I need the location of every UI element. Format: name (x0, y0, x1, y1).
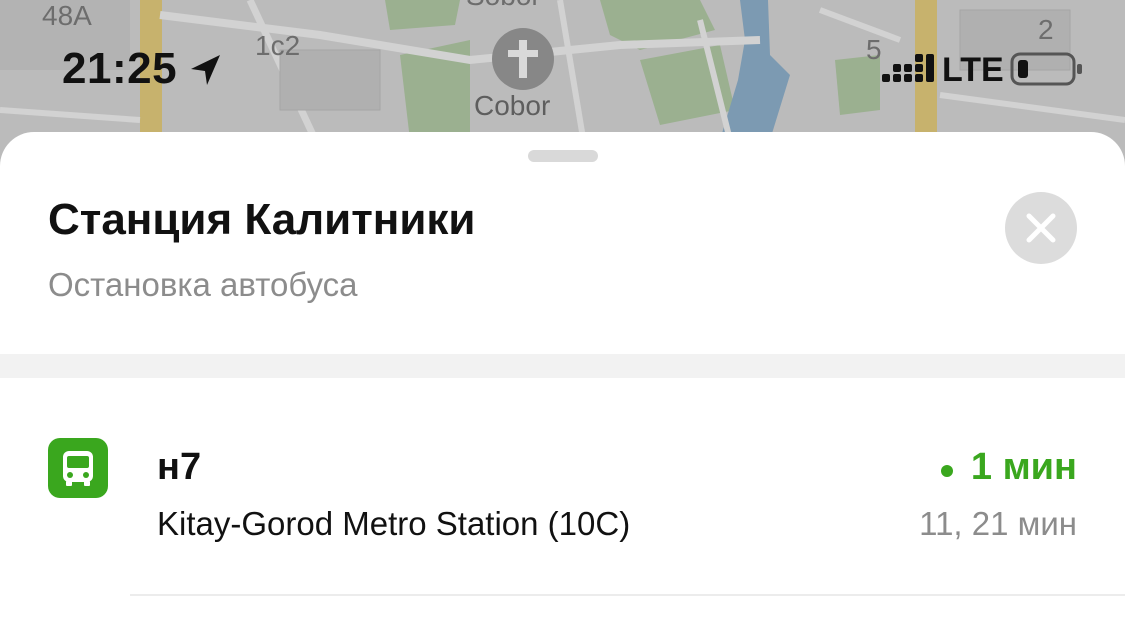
eta-next-arrivals: 11, 21 мин (919, 505, 1077, 542)
route-row[interactable]: н7 Kitay-Gorod Metro Station (10C) 1 мин… (0, 378, 1125, 596)
route-number: н7 (157, 446, 202, 488)
stop-info-sheet: Станция Калитники Остановка автобуса н7 … (0, 132, 1125, 631)
bus-icon (48, 438, 108, 498)
live-dot-icon (940, 464, 953, 477)
route-destination: Kitay-Gorod Metro Station (10C) (157, 505, 631, 542)
signal-icon (882, 54, 934, 82)
close-button[interactable] (1005, 192, 1077, 264)
sheet-grabber[interactable] (528, 150, 598, 162)
eta-group: 1 мин (940, 446, 1077, 489)
network-type: LTE (942, 51, 1004, 89)
status-time: 21:25 (62, 44, 178, 93)
section-divider (0, 354, 1125, 378)
stop-type: Остановка автобуса (48, 266, 358, 303)
close-icon (1026, 213, 1056, 243)
row-separator (130, 594, 1125, 596)
eta-primary: 1 мин (970, 446, 1077, 488)
stop-title: Станция Калитники (48, 195, 476, 244)
battery-icon (1010, 52, 1082, 86)
location-arrow-icon (191, 55, 220, 85)
